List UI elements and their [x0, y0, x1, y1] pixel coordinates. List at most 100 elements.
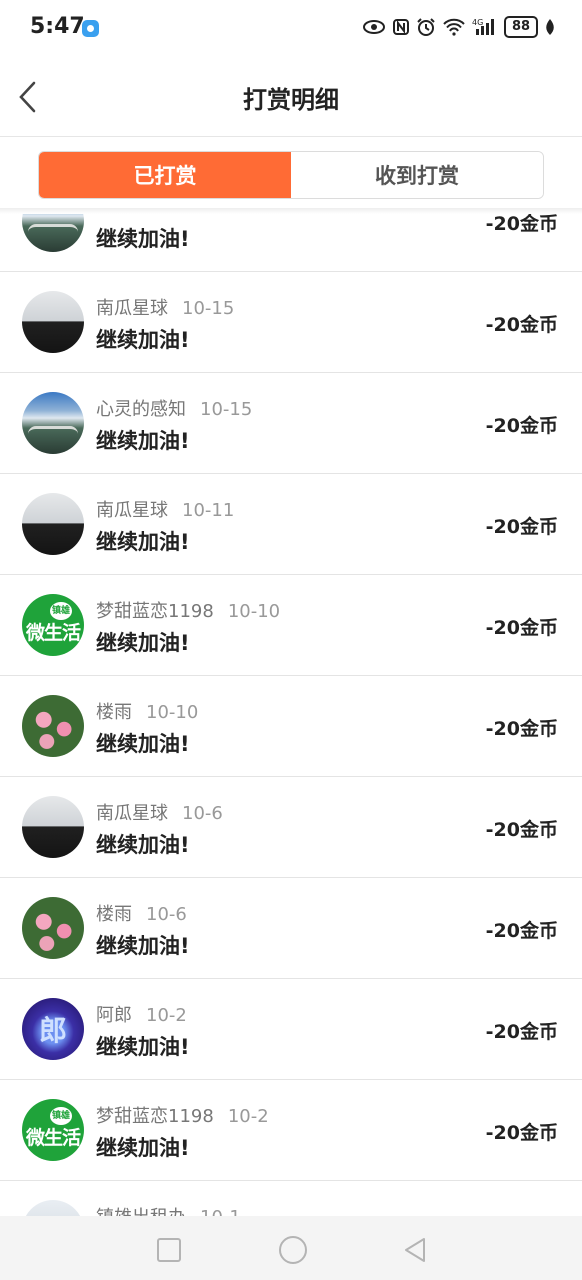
reward-message: 继续加油!: [96, 1035, 190, 1059]
reward-message: 继续加油!: [96, 833, 190, 857]
reward-message: 继续加油!: [96, 530, 190, 554]
reward-list[interactable]: 继续加油! -20金币 南瓜星球 10-15 继续加油! -20金币 心灵的感知 10-15 继…: [0, 214, 582, 1216]
avatar[interactable]: 镇雄 微生活: [22, 1099, 84, 1161]
recipient-line: 南瓜星球 10-15: [96, 294, 234, 320]
avatar-logo-text: 微生活: [25, 621, 81, 644]
avatar[interactable]: [22, 392, 84, 454]
system-navigation-bar: [0, 1216, 582, 1280]
avatar[interactable]: [22, 796, 84, 858]
tab-given[interactable]: 已打赏: [39, 152, 291, 198]
reward-date: 10-6: [146, 904, 187, 925]
reward-date: 10-15: [200, 399, 253, 420]
leaf-icon: [546, 19, 554, 35]
avatar-bubble-text: 镇雄: [50, 602, 72, 620]
recipient-name: 镇雄出租办: [96, 1207, 186, 1216]
reward-date: 10-6: [182, 803, 223, 824]
list-item[interactable]: 郎 阿郎 10-2 继续加油! -20金币: [0, 979, 582, 1080]
recipient-name: 梦甜蓝恋1198: [96, 601, 214, 622]
avatar[interactable]: [22, 695, 84, 757]
home-circle-icon[interactable]: [279, 1236, 307, 1264]
reward-amount: -20金币: [485, 516, 558, 538]
avatar-bubble-text: 镇雄: [50, 1107, 72, 1125]
recents-square-icon[interactable]: [157, 1238, 181, 1262]
reward-message: 继续加油!: [96, 227, 190, 251]
nfc-icon: [393, 19, 409, 35]
reward-date: 10-11: [182, 500, 235, 521]
reward-date: 10-2: [146, 1005, 187, 1026]
reward-amount: -20金币: [485, 718, 558, 740]
list-item[interactable]: 南瓜星球 10-15 继续加油! -20金币: [0, 272, 582, 373]
signal-4g-icon: 4G: [472, 18, 494, 35]
avatar-logo-text: 郎: [38, 1014, 67, 1047]
avatar[interactable]: [22, 214, 84, 252]
reward-message: 继续加油!: [96, 631, 190, 655]
avatar-logo-text: 微生活: [25, 1126, 81, 1149]
list-item[interactable]: 南瓜星球 10-6 继续加油! -20金币: [0, 777, 582, 878]
reward-message: 继续加油!: [96, 328, 190, 352]
recipient-line: 阿郎 10-2: [96, 1001, 187, 1027]
wifi-icon: [443, 18, 465, 36]
svg-text:4G: 4G: [472, 18, 483, 27]
status-time: 5:47: [30, 14, 85, 39]
reward-amount: -20金币: [485, 314, 558, 336]
recipient-line: 心灵的感知 10-15: [96, 395, 252, 421]
reward-message: 继续加油!: [96, 732, 190, 756]
list-item[interactable]: 楼雨 10-10 继续加油! -20金币: [0, 676, 582, 777]
reward-date: 10-10: [146, 702, 199, 723]
list-item[interactable]: 楼雨 10-6 继续加油! -20金币: [0, 878, 582, 979]
tab-received[interactable]: 收到打赏: [291, 152, 543, 198]
nav-bar: 打赏明细: [0, 58, 582, 137]
notification-app-icon: [82, 20, 99, 37]
recipient-name: 楼雨: [96, 904, 132, 925]
reward-message: 继续加油!: [96, 1136, 190, 1160]
recipient-line: 楼雨 10-6: [96, 900, 187, 926]
status-icons: 4G 88: [362, 16, 556, 38]
recipient-line: 镇雄出租办 10-1: [96, 1203, 241, 1216]
tab-switcher: 已打赏 收到打赏: [38, 151, 544, 199]
reward-amount: -20金币: [485, 1122, 558, 1144]
reward-date: 10-2: [227, 1106, 269, 1127]
recipient-line: 梦甜蓝恋1198 10-2: [96, 1102, 269, 1128]
recipient-line: 南瓜星球 10-6: [96, 799, 223, 825]
reward-amount: -20金币: [485, 214, 558, 235]
recipient-name: 南瓜星球: [96, 803, 168, 824]
list-item[interactable]: 继续加油! -20金币: [0, 214, 582, 272]
recipient-line: 南瓜星球 10-11: [96, 496, 234, 522]
list-item[interactable]: 镇雄 微生活 梦甜蓝恋1198 10-2 继续加油! -20金币: [0, 1080, 582, 1181]
recipient-name: 楼雨: [96, 702, 132, 723]
recipient-name: 阿郎: [96, 1005, 132, 1026]
status-bar: 5:47 4G 88: [0, 0, 582, 58]
reward-message: 继续加油!: [96, 934, 190, 958]
avatar[interactable]: 镇雄 微生活: [22, 594, 84, 656]
avatar[interactable]: 郎: [22, 998, 84, 1060]
avatar[interactable]: [22, 291, 84, 353]
reward-date: 10-1: [200, 1207, 241, 1216]
avatar[interactable]: [22, 493, 84, 555]
reward-amount: -20金币: [485, 1021, 558, 1043]
eye-icon: [363, 20, 385, 34]
reward-date: 10-10: [227, 601, 281, 622]
list-item[interactable]: 南瓜星球 10-11 继续加油! -20金币: [0, 474, 582, 575]
recipient-name: 心灵的感知: [96, 399, 186, 420]
recipient-line: 楼雨 10-10: [96, 698, 198, 724]
recipient-name: 南瓜星球: [96, 298, 168, 319]
reward-date: 10-15: [182, 298, 235, 319]
avatar[interactable]: [22, 897, 84, 959]
alarm-icon: [417, 18, 435, 36]
list-item[interactable]: 镇雄 微生活 梦甜蓝恋1198 10-10 继续加油! -20金币: [0, 575, 582, 676]
recipient-name: 梦甜蓝恋1198: [96, 1106, 214, 1127]
reward-amount: -20金币: [485, 415, 558, 437]
back-triangle-icon[interactable]: [402, 1236, 428, 1264]
reward-amount: -20金币: [485, 617, 558, 639]
page-title: 打赏明细: [243, 86, 339, 114]
reward-list-content: 继续加油! -20金币 南瓜星球 10-15 继续加油! -20金币 心灵的感知 10-15 继…: [0, 214, 582, 1216]
recipient-line: 梦甜蓝恋1198 10-10: [96, 597, 280, 623]
list-item[interactable]: 镇雄出租办10-1继续加油!-20金币: [0, 1181, 582, 1216]
recipient-name: 南瓜星球: [96, 500, 168, 521]
battery-icon: 88: [504, 16, 538, 38]
reward-amount: -20金币: [485, 819, 558, 841]
reward-message: 继续加油!: [96, 429, 190, 453]
list-item[interactable]: 心灵的感知 10-15 继续加油! -20金币: [0, 373, 582, 474]
reward-amount: -20金币: [485, 920, 558, 942]
avatar[interactable]: [22, 1200, 84, 1216]
